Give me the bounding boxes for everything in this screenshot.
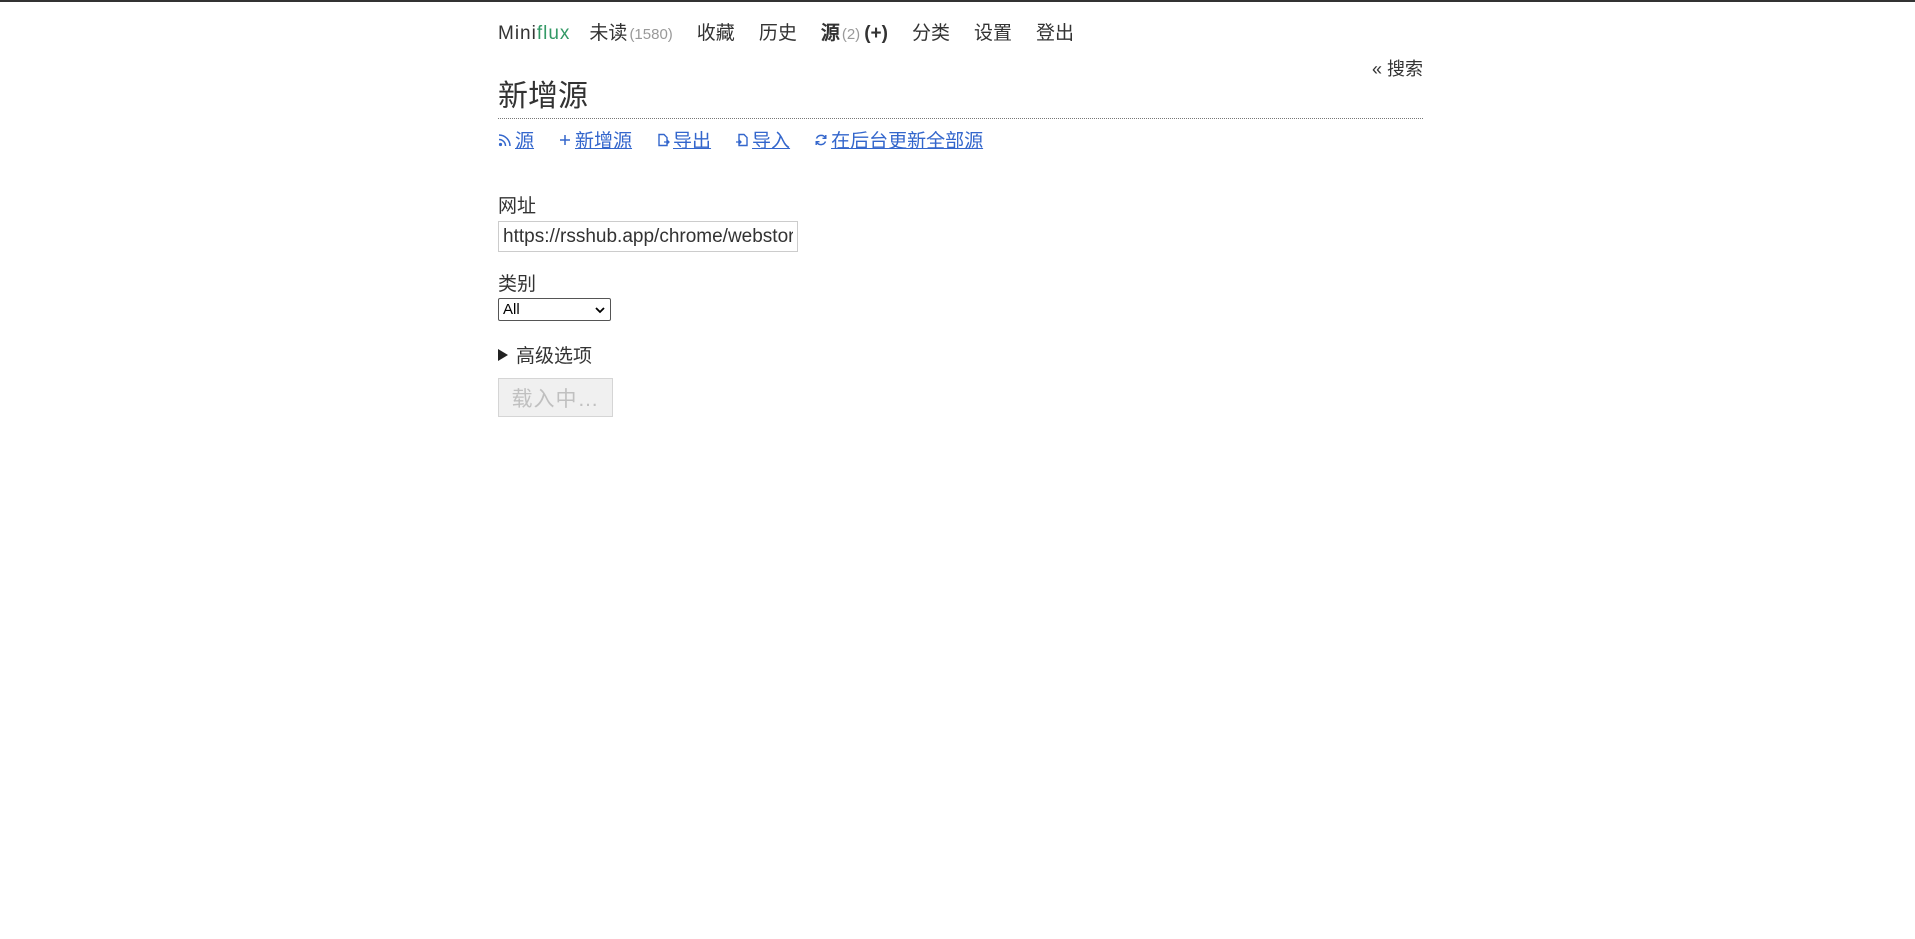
unread-count-badge: (1580) <box>629 26 673 43</box>
submenu-item-import[interactable]: 导入 <box>735 126 790 153</box>
category-selected-value: All <box>503 301 520 318</box>
nav-feeds-label: 源 <box>820 23 840 44</box>
page-title: 新增源 <box>498 80 1423 119</box>
submenu-export-label[interactable]: 导出 <box>673 126 711 153</box>
plus-icon <box>560 134 571 145</box>
main-nav: Miniflux 未读 (1580) 收藏 历史 源 (2) (+) 分类 设置 登出 <box>498 18 1098 45</box>
logo-mini-text: Mini <box>498 23 537 44</box>
rss-icon <box>498 133 511 146</box>
nav-item-logout[interactable]: 登出 <box>1036 18 1074 45</box>
submenu-item-add-feed[interactable]: 新增源 <box>558 126 632 153</box>
nav-item-starred[interactable]: 收藏 <box>697 18 735 45</box>
submenu-import-label[interactable]: 导入 <box>752 126 790 153</box>
submit-button[interactable]: 载入中… <box>498 378 613 417</box>
nav-item-history[interactable]: 历史 <box>759 18 797 45</box>
logo-flux-text: flux <box>536 23 571 44</box>
nav-item-feeds[interactable]: 源 (2) (+) <box>821 18 888 45</box>
nav-item-settings[interactable]: 设置 <box>974 18 1012 45</box>
import-icon <box>736 133 748 146</box>
url-input[interactable] <box>498 221 798 252</box>
submenu-refresh-all-label[interactable]: 在后台更新全部源 <box>831 126 983 153</box>
category-label: 类别 <box>498 274 537 295</box>
submenu-item-refresh-all[interactable]: 在后台更新全部源 <box>814 126 983 153</box>
nav-item-categories[interactable]: 分类 <box>912 18 950 45</box>
submenu-item-export[interactable]: 导出 <box>656 126 711 153</box>
category-select[interactable]: All <box>498 298 611 321</box>
feeds-count-badge: (2) <box>841 26 861 43</box>
submenu-item-feeds[interactable]: 源 <box>498 126 534 153</box>
chevron-down-icon <box>595 306 605 313</box>
search-toggle-link[interactable]: « 搜索 <box>1372 55 1423 81</box>
advanced-options-toggle[interactable]: 高级选项 <box>498 341 592 368</box>
url-label: 网址 <box>498 196 537 217</box>
submenu-add-feed-label[interactable]: 新增源 <box>575 126 632 153</box>
disclosure-triangle-icon <box>498 348 508 361</box>
logo[interactable]: Miniflux <box>498 23 570 45</box>
advanced-options-label: 高级选项 <box>516 346 593 367</box>
top-border <box>0 0 1915 2</box>
page-submenu: 源 新增源 导出 导入 在后台更新全部源 <box>498 126 1007 153</box>
nav-add-feed-link[interactable]: (+) <box>864 23 888 44</box>
nav-unread-label: 未读 <box>589 23 628 44</box>
export-icon <box>658 133 670 146</box>
refresh-icon <box>815 134 827 145</box>
submenu-feeds-label[interactable]: 源 <box>515 126 534 153</box>
nav-item-unread[interactable]: 未读 (1580) <box>589 18 672 45</box>
